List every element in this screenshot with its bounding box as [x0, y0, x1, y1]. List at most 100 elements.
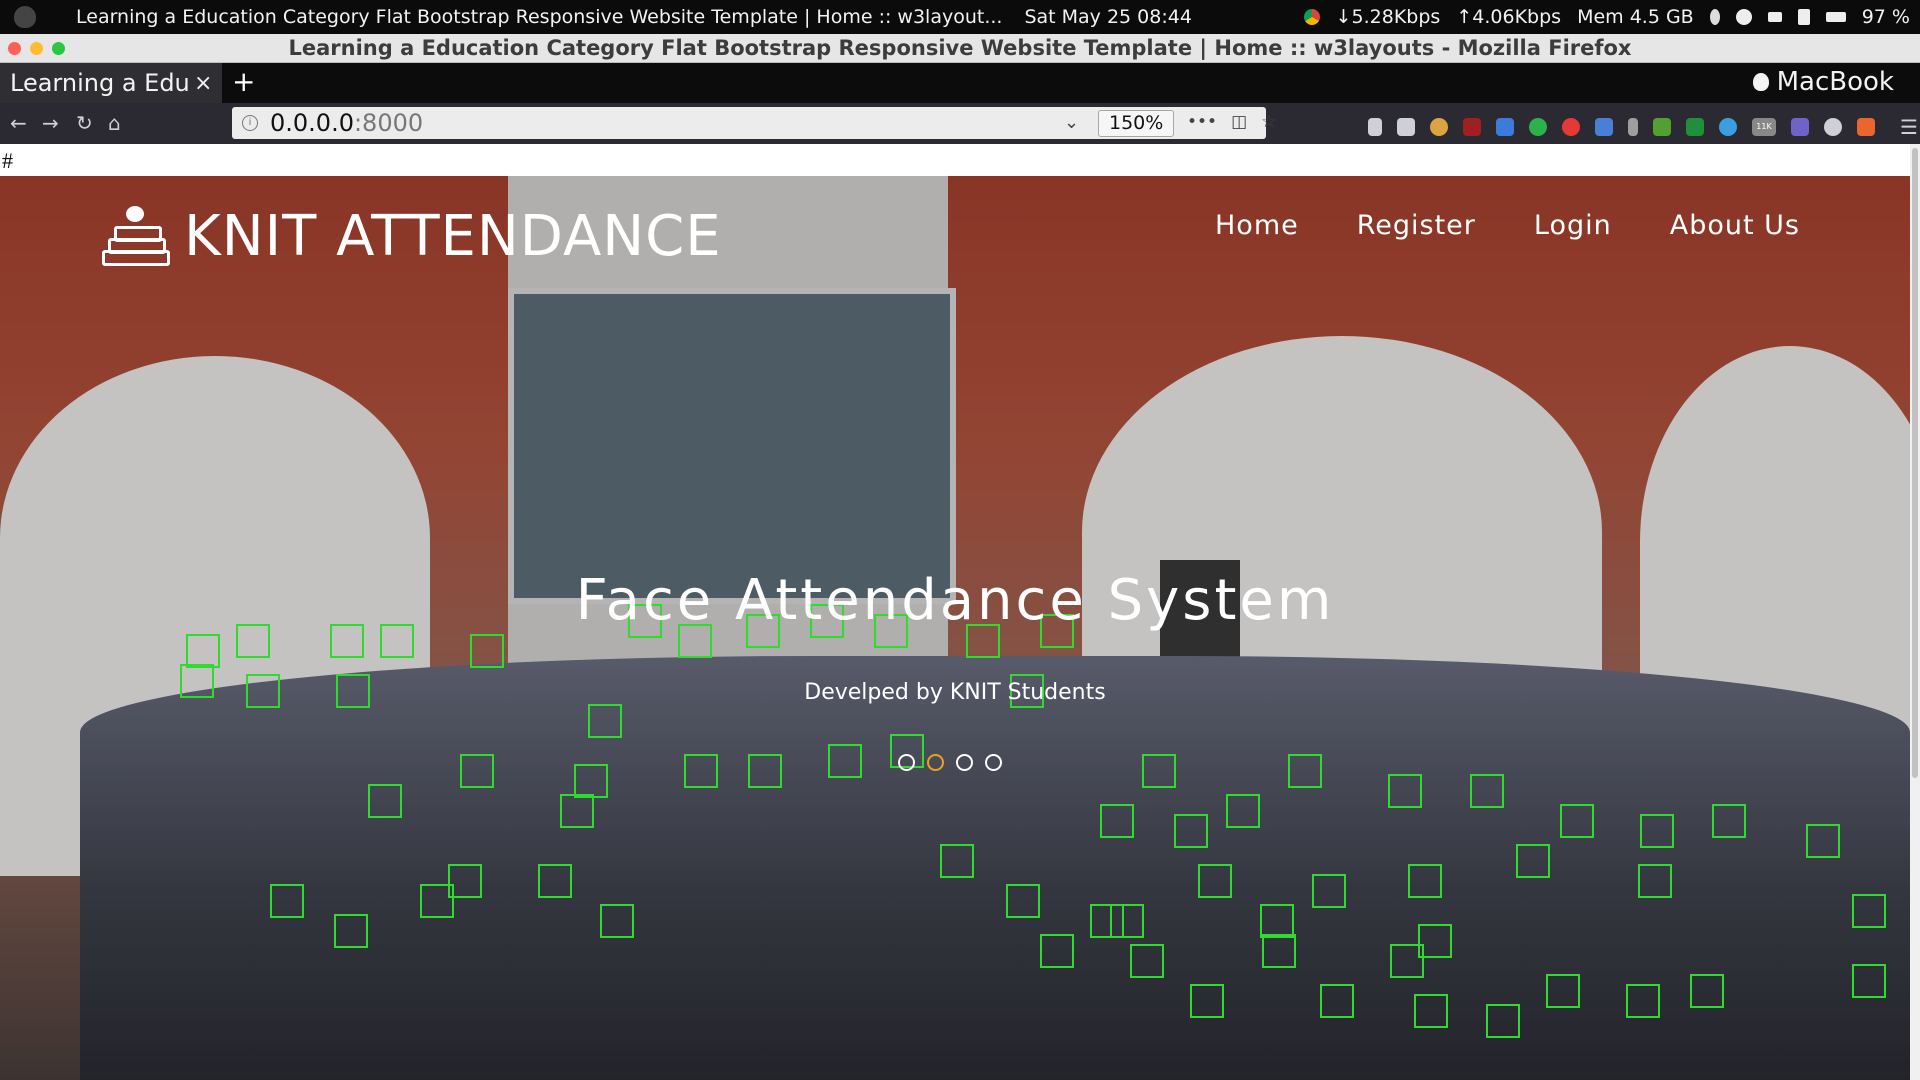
mail-badge-icon[interactable]: 11K — [1752, 118, 1776, 136]
face-detection-box — [1006, 884, 1040, 918]
face-detection-box — [600, 904, 634, 938]
battery-icon[interactable] — [1825, 12, 1846, 22]
pocket-icon[interactable]: ◫ — [1231, 112, 1247, 132]
face-detection-box — [1806, 824, 1840, 858]
face-detection-box — [1486, 1004, 1520, 1038]
slider-dot-2[interactable] — [927, 754, 944, 771]
url-text[interactable]: 0.0.0.0:8000 — [270, 109, 423, 137]
scrollbar-thumb[interactable] — [1912, 148, 1918, 778]
chrome-icon[interactable] — [1303, 9, 1320, 25]
battery-percent: 97 % — [1861, 6, 1910, 28]
translate-icon[interactable] — [1595, 118, 1613, 136]
status-area: ↓5.28Kbps ↑4.06Kbps Mem 4.5 GB 97 % — [1303, 0, 1910, 34]
bookmark-star-icon[interactable]: ☆ — [1261, 112, 1276, 132]
face-detection-box — [1100, 804, 1134, 838]
reload-button[interactable]: ↻ — [76, 111, 93, 135]
face-detection-box — [1414, 994, 1448, 1028]
forward-button[interactable]: → — [42, 111, 59, 135]
hero-heading: Face Attendance System — [575, 568, 1335, 633]
system-clock[interactable]: Sat May 25 08:44 — [1024, 6, 1191, 28]
minimize-window-button[interactable] — [30, 42, 43, 55]
face-detection-box — [420, 884, 454, 918]
page-scrollbar[interactable] — [1910, 144, 1920, 1080]
wifi-icon[interactable] — [1767, 12, 1782, 22]
close-window-button[interactable] — [8, 42, 21, 55]
face-detection-box — [1408, 864, 1442, 898]
net-up-speed: ↑4.06Kbps — [1456, 6, 1562, 28]
face-detection-box — [1626, 984, 1660, 1018]
window-title-bar: Learning a Education Category Flat Boots… — [0, 34, 1920, 63]
face-detection-box — [368, 784, 402, 818]
face-detection-box — [1638, 864, 1672, 898]
site-brand[interactable]: KNIT ATTENDANCE — [98, 204, 722, 269]
zoom-level-button[interactable]: 150% — [1098, 110, 1175, 137]
extension-7-icon[interactable] — [1791, 118, 1809, 136]
tab-label: Learning a Educa — [10, 69, 190, 97]
back-button[interactable]: ← — [10, 111, 27, 135]
face-detection-box — [1712, 804, 1746, 838]
extension-2-icon[interactable] — [1496, 118, 1514, 136]
face-detection-box — [1226, 794, 1260, 828]
extension-icons: 11K ☰ — [1368, 115, 1918, 139]
face-detection-box — [1262, 934, 1296, 968]
face-detection-box — [334, 914, 368, 948]
download-icon[interactable] — [1653, 118, 1671, 136]
hash-text: # — [2, 148, 13, 173]
extension-6-icon[interactable] — [1719, 118, 1737, 136]
site-info-icon[interactable]: i — [242, 115, 258, 131]
nav-login[interactable]: Login — [1534, 210, 1612, 241]
memory-usage: Mem 4.5 GB — [1577, 6, 1694, 28]
slider-dot-4[interactable] — [985, 754, 1002, 771]
slider-dot-3[interactable] — [956, 754, 973, 771]
accessibility-icon[interactable] — [1709, 9, 1720, 25]
apple-icon[interactable] — [14, 6, 36, 28]
macbook-label: MacBook — [1752, 67, 1894, 97]
navigation-toolbar: ← → ↻ ⌂ i 0.0.0.0:8000 ⌄ 150% ••• ◫ ☆ 11… — [0, 103, 1920, 144]
tab-close-button[interactable]: × — [194, 71, 212, 96]
url-dropdown-chevron-icon[interactable]: ⌄ — [1064, 112, 1079, 133]
extension-5-icon[interactable] — [1686, 118, 1704, 136]
url-bar[interactable]: i 0.0.0.0:8000 ⌄ 150% ••• ◫ ☆ — [232, 107, 1276, 139]
brightness-icon[interactable] — [1735, 9, 1752, 25]
face-detection-box — [1260, 904, 1294, 938]
face-detection-box — [940, 844, 974, 878]
face-detection-box — [270, 884, 304, 918]
main-nav: Home Register Login About Us — [1215, 210, 1800, 241]
grammarly-icon[interactable] — [1529, 118, 1547, 136]
sidebar-icon[interactable] — [1397, 118, 1415, 136]
window-title: Learning a Education Category Flat Boots… — [288, 36, 1632, 60]
window-controls — [8, 42, 65, 55]
extension-8-icon[interactable] — [1857, 118, 1875, 136]
page-actions-more-icon[interactable]: ••• — [1187, 112, 1217, 132]
url-port: :8000 — [353, 109, 424, 137]
hamburger-menu-icon[interactable]: ☰ — [1900, 115, 1918, 139]
face-detection-box — [1690, 974, 1724, 1008]
library-icon[interactable] — [1368, 118, 1382, 136]
nav-register[interactable]: Register — [1357, 210, 1476, 241]
browser-tab[interactable]: Learning a Educa × — [0, 63, 222, 103]
face-detection-box — [1174, 814, 1208, 848]
face-detection-box — [470, 634, 504, 668]
home-button[interactable]: ⌂ — [108, 111, 121, 135]
slider-dot-1[interactable] — [898, 754, 915, 771]
face-detection-box — [1312, 874, 1346, 908]
net-down-speed: ↓5.28Kbps — [1335, 6, 1441, 28]
face-detection-box — [560, 794, 594, 828]
github-icon[interactable] — [1824, 118, 1842, 136]
face-detection-box — [1546, 974, 1580, 1008]
ublock-icon[interactable] — [1463, 118, 1481, 136]
nav-about-us[interactable]: About Us — [1670, 210, 1800, 241]
maximize-window-button[interactable] — [52, 42, 65, 55]
os-menu-bar: Learning a Education Category Flat Boots… — [0, 0, 1920, 34]
new-tab-button[interactable]: + — [232, 65, 255, 98]
macbook-text: MacBook — [1776, 67, 1894, 97]
face-detection-box — [1560, 804, 1594, 838]
extension-4-icon[interactable] — [1628, 118, 1638, 136]
extension-3-icon[interactable] — [1562, 118, 1580, 136]
face-detection-box — [1852, 964, 1886, 998]
face-detection-box — [1470, 774, 1504, 808]
extension-1-icon[interactable] — [1430, 118, 1448, 136]
nav-home[interactable]: Home — [1215, 210, 1299, 241]
volume-icon[interactable] — [1797, 9, 1810, 25]
face-detection-box — [1516, 844, 1550, 878]
